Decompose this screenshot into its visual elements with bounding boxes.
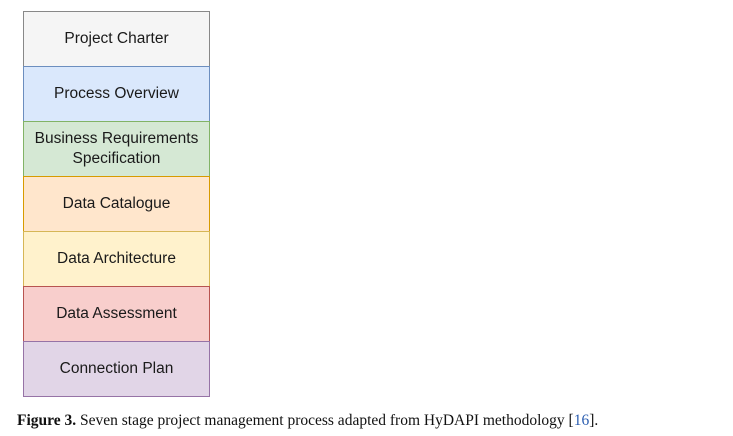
stage-data-catalogue: Data Catalogue <box>23 176 210 232</box>
stage-business-requirements-specification: Business Requirements Specification <box>23 121 210 177</box>
stage-label: Process Overview <box>54 85 179 102</box>
stage-label: Data Catalogue <box>62 195 171 212</box>
caption-text: Seven stage project management process a… <box>76 412 569 429</box>
process-stack: Project Charter Process Overview Busines… <box>23 11 210 397</box>
figure-caption: Figure 3. Seven stage project management… <box>17 412 598 430</box>
stage-project-charter: Project Charter <box>23 11 210 67</box>
stage-process-overview: Process Overview <box>23 66 210 122</box>
stage-label: Business Requirements Specification <box>34 130 199 167</box>
citation-link[interactable]: 16 <box>574 412 590 429</box>
caption-ref-close: ]. <box>589 412 599 429</box>
stage-label: Connection Plan <box>59 360 174 377</box>
stage-connection-plan: Connection Plan <box>23 341 210 397</box>
stage-data-architecture: Data Architecture <box>23 231 210 287</box>
stage-label: Data Assessment <box>56 305 177 322</box>
figure-label: Figure 3. <box>17 412 77 429</box>
stage-data-assessment: Data Assessment <box>23 286 210 342</box>
stage-label: Data Architecture <box>57 250 176 267</box>
stage-label: Project Charter <box>64 30 169 47</box>
